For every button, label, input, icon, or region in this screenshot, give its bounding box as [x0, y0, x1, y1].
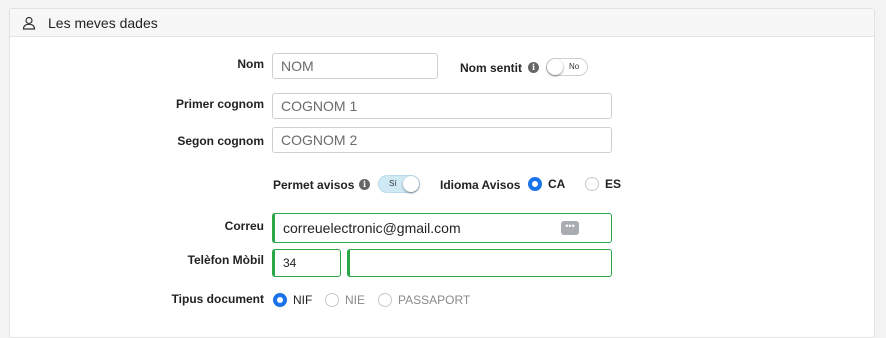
radio-nif[interactable] [273, 293, 287, 307]
telefon-prefix-input[interactable]: 34 [272, 249, 341, 277]
radio-passaport[interactable] [378, 293, 392, 307]
radio-nif-label[interactable]: NIF [293, 293, 312, 307]
tipus-document-label: Tipus document [171, 292, 264, 306]
correu-value: correuelectronic@gmail.com [283, 220, 461, 236]
telefon-prefix-value: 34 [283, 256, 297, 270]
radio-nie-label[interactable]: NIE [345, 293, 365, 307]
toggle-text: Sí [389, 179, 397, 188]
my-data-card: Les meves dades [9, 8, 875, 338]
segon-cognom-input[interactable]: COGNOM 2 [272, 127, 612, 153]
telefon-number-input[interactable] [347, 249, 612, 277]
nom-sentit-label: Nom sentit [460, 61, 523, 75]
radio-passaport-label[interactable]: PASSAPORT [398, 293, 470, 307]
page-title: Les meves dades [48, 15, 158, 31]
nom-sentit-toggle[interactable]: No [546, 58, 588, 76]
segon-cognom-label: Segon cognom [177, 134, 264, 148]
radio-nie[interactable] [325, 293, 339, 307]
user-icon [22, 16, 36, 30]
info-icon[interactable]: i [359, 179, 370, 190]
toggle-knob [547, 59, 563, 75]
nom-input[interactable]: NOM [272, 53, 438, 79]
radio-es[interactable] [585, 177, 599, 191]
info-icon[interactable]: i [528, 62, 539, 73]
toggle-text: No [569, 62, 580, 71]
password-manager-icon[interactable]: ••• [561, 221, 579, 235]
card-header: Les meves dades [10, 9, 874, 37]
primer-cognom-label: Primer cognom [175, 97, 264, 111]
permet-avisos-toggle[interactable]: Sí [378, 175, 420, 193]
permet-avisos-label: Permet avisos [273, 178, 355, 192]
idioma-avisos-label: Idioma Avisos [440, 178, 521, 192]
correu-label: Correu [224, 219, 264, 233]
primer-cognom-placeholder: COGNOM 1 [281, 98, 358, 114]
nom-placeholder: NOM [281, 58, 314, 74]
radio-ca[interactable] [528, 177, 542, 191]
toggle-knob [403, 176, 419, 192]
telefon-label: Telèfon Mòbil [187, 253, 264, 267]
nom-label: Nom [237, 57, 264, 71]
radio-ca-label[interactable]: CA [548, 177, 565, 191]
primer-cognom-input[interactable]: COGNOM 1 [272, 93, 612, 119]
segon-cognom-placeholder: COGNOM 2 [281, 132, 358, 148]
radio-es-label[interactable]: ES [605, 177, 621, 191]
